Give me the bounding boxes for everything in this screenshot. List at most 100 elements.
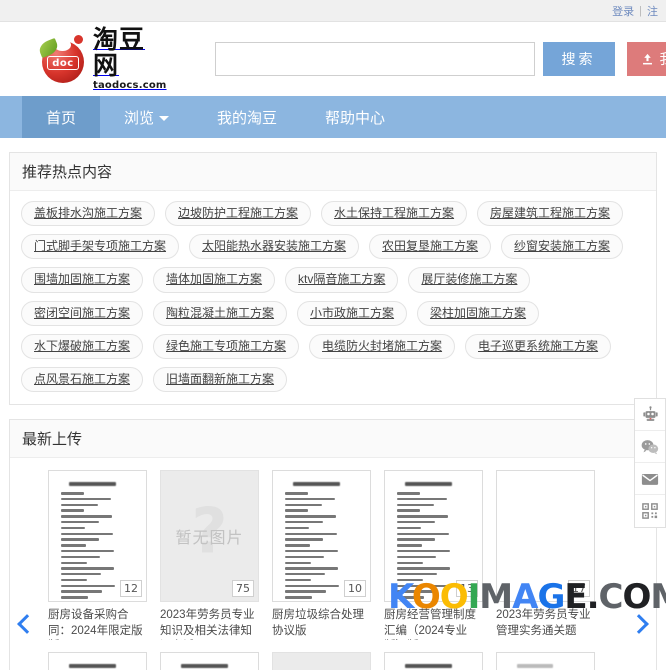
wechat-icon	[641, 439, 659, 454]
document-preview	[161, 653, 258, 670]
document-preview	[497, 653, 594, 670]
search-input[interactable]	[214, 42, 535, 76]
document-thumbnail[interactable]	[160, 652, 259, 670]
search-button[interactable]: 搜索	[542, 42, 615, 76]
document-card[interactable]: ?暂无图片	[272, 652, 371, 670]
hot-tag[interactable]: 电缆防火封堵施工方案	[309, 333, 456, 359]
chevron-down-icon	[159, 115, 170, 121]
document-card-title[interactable]: 2023年劳务员专业知识及相关法律知识考试	[160, 608, 259, 640]
main-nav: 首页 浏览 我的淘豆 帮助中心	[0, 96, 666, 138]
hot-tag-list: 盖板排水沟施工方案 边坡防护工程施工方案 水土保持工程施工方案 房屋建筑工程施工方案门…	[10, 191, 656, 404]
upload-button[interactable]: 我要	[626, 42, 666, 76]
hot-tag[interactable]: 电子巡更系统施工方案	[465, 333, 612, 359]
email-icon	[641, 473, 659, 485]
hot-tag[interactable]: 梁柱加固施工方案	[417, 300, 540, 326]
document-thumbnail[interactable]: ?暂无图片	[272, 652, 371, 670]
upload-icon	[642, 53, 652, 64]
logo-apple-icon: doc	[37, 33, 90, 85]
hot-tag[interactable]: 围墙加固施工方案	[21, 267, 144, 293]
document-card[interactable]	[496, 652, 595, 670]
site-logo[interactable]: doc 淘豆网 taodocs.com	[37, 25, 167, 92]
page-root: 登录 | 注 doc 淘豆网 taodocs.com 搜索 首页 浏览 我的淘豆…	[0, 0, 666, 670]
topbar-separator: |	[639, 4, 642, 17]
document-card[interactable]	[160, 652, 259, 670]
nav-label-home: 首页	[46, 109, 77, 127]
document-card-title[interactable]: 2023年劳务员专业管理实务通关题	[496, 608, 595, 639]
qrcode-icon	[642, 503, 658, 519]
email-button[interactable]	[635, 463, 665, 495]
no-image-text: 暂无图片	[175, 530, 244, 548]
hot-tag[interactable]: 纱窗安装施工方案	[501, 234, 624, 260]
hot-tag[interactable]: 农田复垦施工方案	[369, 234, 492, 260]
document-preview	[385, 653, 482, 670]
document-thumbnail[interactable]: 12	[48, 470, 147, 603]
document-card[interactable]	[48, 652, 147, 670]
nav-item-browse[interactable]: 浏览	[100, 96, 193, 138]
logo-domain: taodocs.com	[93, 80, 167, 92]
floating-service-bar	[634, 398, 666, 528]
logo-name-cn: 淘豆网	[93, 25, 146, 80]
hot-tag[interactable]: 陶粒混凝土施工方案	[153, 300, 288, 326]
hot-tag[interactable]: 边坡防护工程施工方案	[165, 201, 312, 227]
nav-item-my-taodou[interactable]: 我的淘豆	[193, 96, 301, 138]
hot-tag[interactable]: 展厅装修施工方案	[408, 267, 531, 293]
hot-tag[interactable]: 密闭空间施工方案	[21, 300, 144, 326]
chevron-right-icon	[629, 614, 649, 635]
document-thumbnail[interactable]	[384, 652, 483, 670]
uploads-row-1: 12 厨房设备采购合同：2024年限定版版 ?暂无图片75 2023年劳务员专业知识及…	[10, 470, 656, 640]
hot-tag[interactable]: 太阳能热水器安装施工方案	[189, 234, 360, 260]
document-card[interactable]: 13 厨房经营管理制度汇编（2024专业版）版	[384, 470, 483, 640]
document-card-title[interactable]: 厨房垃圾综合处理协议版	[272, 608, 371, 639]
document-card-title[interactable]: 厨房经营管理制度汇编（2024专业版）版	[384, 608, 483, 640]
latest-uploads-panel: 最新上传 12 厨房设备采购合同：2024年限定版版 ?暂无图片 75 2023年劳务员…	[9, 419, 657, 670]
document-card-title[interactable]: 厨房设备采购合同：2024年限定版版	[48, 608, 147, 640]
document-thumbnail[interactable]: ? 暂无图片 75	[160, 470, 259, 603]
document-card[interactable]: 12 厨房设备采购合同：2024年限定版版	[48, 470, 147, 640]
hot-tag[interactable]: 点风景石施工方案	[21, 366, 144, 393]
document-thumbnail[interactable]	[48, 652, 147, 670]
document-preview	[49, 653, 146, 670]
register-link[interactable]: 注	[647, 3, 658, 19]
nav-label-browse: 浏览	[124, 109, 155, 127]
document-thumbnail[interactable]: 10	[272, 470, 371, 603]
hot-tag[interactable]: 旧墙面翻新施工方案	[153, 366, 288, 393]
service-robot-button[interactable]	[635, 399, 665, 431]
hot-tag[interactable]: 盖板排水沟施工方案	[21, 201, 156, 227]
hot-content-panel: 推荐热点内容 盖板排水沟施工方案 边坡防护工程施工方案 水土保持工程施工方案 房屋建筑…	[9, 152, 657, 406]
document-card[interactable]: 17 2023年劳务员专业管理实务通关题	[496, 470, 595, 640]
hot-tag[interactable]: 墙体加固施工方案	[153, 267, 276, 293]
nav-item-help-center[interactable]: 帮助中心	[301, 96, 409, 138]
nav-label-my-taodou: 我的淘豆	[217, 109, 278, 127]
login-link[interactable]: 登录	[612, 3, 634, 19]
logo-doc-label: doc	[47, 56, 79, 70]
nav-item-home[interactable]: 首页	[22, 96, 101, 138]
document-card[interactable]: 10 厨房垃圾综合处理协议版	[272, 470, 371, 640]
hot-content-title: 推荐热点内容	[10, 153, 656, 191]
latest-uploads-title: 最新上传	[10, 420, 656, 459]
document-card[interactable]	[384, 652, 483, 670]
hot-tag[interactable]: 水下爆破施工方案	[21, 333, 144, 359]
document-thumbnail[interactable]: 17	[496, 470, 595, 603]
wechat-button[interactable]	[635, 431, 665, 463]
hot-tag[interactable]: 房屋建筑工程施工方案	[477, 201, 624, 227]
page-count-badge: 12	[120, 580, 142, 598]
hot-tag[interactable]: 水土保持工程施工方案	[321, 201, 468, 227]
document-card[interactable]: ?暂无图片75 2023年劳务员专业知识及相关法律知识考试	[160, 470, 259, 640]
hot-tag[interactable]: ktv隔音施工方案	[285, 267, 399, 293]
hot-tag[interactable]: 门式脚手架专项施工方案	[21, 234, 180, 260]
document-thumbnail[interactable]: 13	[384, 470, 483, 603]
nav-label-help-center: 帮助中心	[325, 109, 386, 127]
top-utility-bar: 登录 | 注	[0, 0, 666, 22]
search-area: 搜索 我要	[214, 42, 666, 76]
upload-button-label: 我要	[660, 49, 666, 69]
hot-tag[interactable]: 绿色施工专项施工方案	[153, 333, 300, 359]
carousel-prev-button[interactable]	[10, 458, 44, 670]
hot-tag[interactable]: 小市政施工方案	[297, 300, 408, 326]
uploads-carousel: 12 厨房设备采购合同：2024年限定版版 ?暂无图片 75 2023年劳务员专业知识及…	[10, 458, 656, 670]
chevron-left-icon	[17, 614, 37, 635]
document-thumbnail[interactable]	[496, 652, 595, 670]
page-count-badge: 17	[568, 580, 590, 598]
page-count-badge: 13	[456, 580, 478, 598]
page-count-badge: 10	[344, 580, 366, 598]
qrcode-button[interactable]	[635, 495, 665, 527]
